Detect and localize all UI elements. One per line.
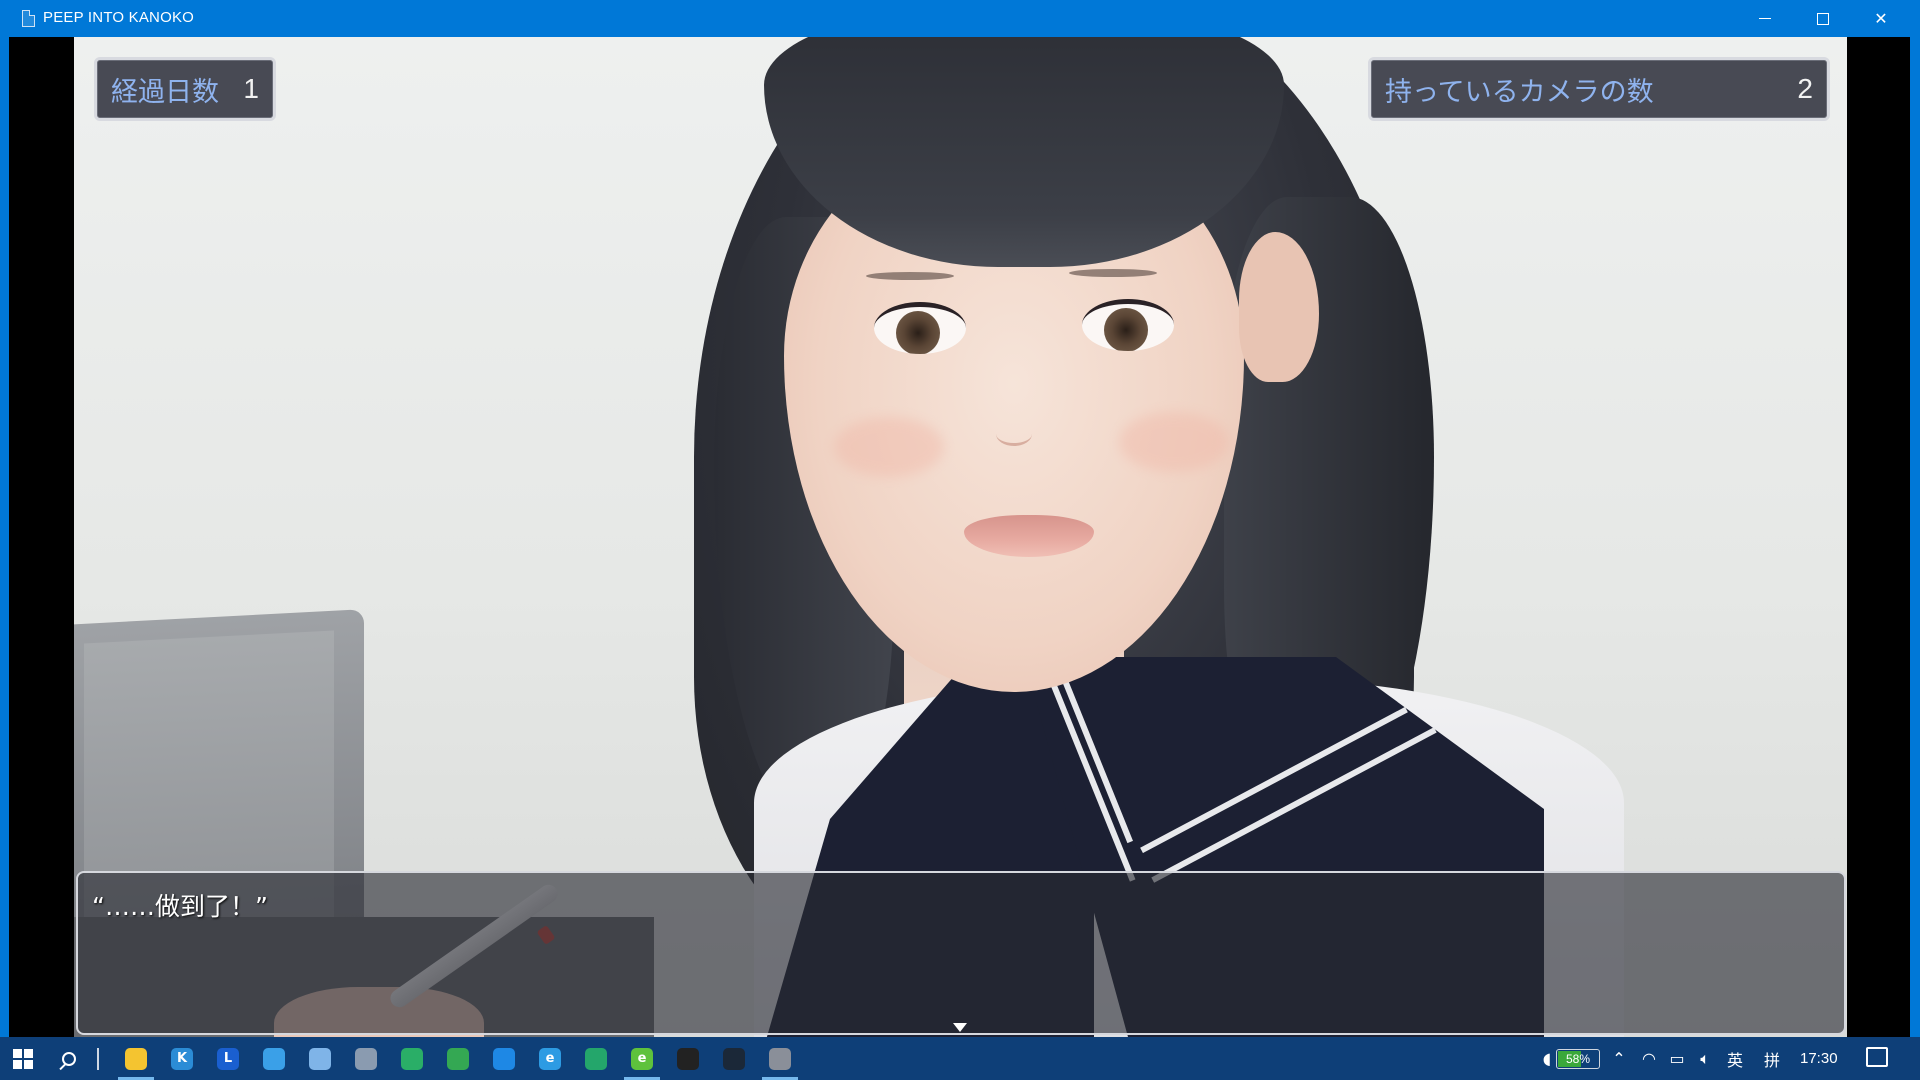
- taskbar-app-button[interactable]: [573, 1037, 619, 1080]
- qq-icon: [677, 1047, 699, 1070]
- dialogue-box[interactable]: “……做到了！”: [76, 871, 1846, 1035]
- file-explorer-icon: [125, 1047, 147, 1070]
- spreadsheet-icon: [585, 1047, 607, 1070]
- maximize-icon: [1817, 12, 1829, 25]
- dialogue-text: “……做到了！”: [92, 892, 268, 921]
- game-window: PEEP INTO KANOKO ✕ 経過日数 1 持っているカメラの数 2 “…: [0, 0, 1920, 1037]
- nose-shape: [996, 422, 1032, 446]
- elapsed-days-panel: 経過日数 1: [94, 57, 276, 121]
- blush-left: [834, 417, 944, 477]
- browser-icon: [263, 1047, 285, 1070]
- eye-right: [1082, 299, 1174, 351]
- taskbar-app-button[interactable]: [757, 1037, 803, 1080]
- taskbar-app-button[interactable]: K: [159, 1037, 205, 1080]
- taskbar-app-button[interactable]: e: [619, 1037, 665, 1080]
- taskbar-app-button[interactable]: L: [205, 1037, 251, 1080]
- close-icon: ✕: [1874, 9, 1888, 28]
- iris-right: [1104, 308, 1148, 351]
- search-button[interactable]: [46, 1037, 92, 1080]
- blush-right: [1119, 412, 1229, 472]
- windows-logo-icon: [13, 1048, 33, 1069]
- windows-taskbar: KLee ◖ 58% ⌃ ◠ ▭ 🔈︎ 英 拼 17:30: [0, 1037, 1920, 1080]
- window-title: PEEP INTO KANOKO: [43, 9, 195, 26]
- elapsed-days-label: 経過日数: [111, 76, 219, 108]
- taskbar-app-button[interactable]: [711, 1037, 757, 1080]
- eye-left: [874, 302, 966, 354]
- ime-mode[interactable]: 拼: [1757, 1037, 1787, 1080]
- taskbar-app-button[interactable]: [251, 1037, 297, 1080]
- taskbar-app-button[interactable]: [297, 1037, 343, 1080]
- battery-indicator[interactable]: 58%: [1556, 1049, 1600, 1069]
- minimize-button[interactable]: [1736, 0, 1794, 37]
- game-client-area[interactable]: 経過日数 1 持っているカメラの数 2 “……做到了！”: [9, 37, 1910, 1037]
- close-button[interactable]: ✕: [1852, 0, 1910, 37]
- taskbar-app-button[interactable]: [435, 1037, 481, 1080]
- search-icon: [62, 1051, 76, 1066]
- ime-language[interactable]: 英: [1720, 1037, 1750, 1080]
- camera-count-value: 2: [1797, 73, 1813, 104]
- minimize-icon: [1759, 18, 1771, 19]
- wechat-icon: [401, 1047, 423, 1070]
- taskbar-app-button[interactable]: [343, 1037, 389, 1080]
- next-page-arrow-icon[interactable]: [953, 1023, 967, 1032]
- green-browser-icon: e: [631, 1047, 653, 1070]
- action-center-icon[interactable]: [1866, 1047, 1888, 1067]
- cloud-icon: [309, 1047, 331, 1070]
- taskbar-app-button[interactable]: [389, 1037, 435, 1080]
- edge-legacy-icon: e: [539, 1047, 561, 1070]
- k-app-icon: K: [171, 1047, 193, 1070]
- media-app-icon: [493, 1047, 515, 1070]
- power-icon[interactable]: ▭: [1662, 1037, 1692, 1080]
- eyebrow-left: [866, 272, 954, 280]
- show-hidden-icons-chevron-icon[interactable]: ⌃: [1604, 1037, 1634, 1080]
- taskbar-app-button[interactable]: [481, 1037, 527, 1080]
- game-window-icon: [769, 1047, 791, 1070]
- title-bar[interactable]: PEEP INTO KANOKO ✕: [0, 0, 1920, 37]
- window-document-icon: [22, 10, 35, 27]
- taskbar-divider: [97, 1048, 99, 1070]
- volume-icon[interactable]: 🔈︎: [1690, 1037, 1720, 1080]
- taskbar-app-button[interactable]: [113, 1037, 159, 1080]
- start-button[interactable]: [0, 1037, 46, 1080]
- camera-count-label: 持っているカメラの数: [1385, 76, 1654, 108]
- eyebrow-right: [1069, 269, 1157, 277]
- elapsed-days-value: 1: [243, 73, 259, 104]
- camera-count-panel: 持っているカメラの数 2: [1368, 57, 1830, 121]
- green-app-icon: [447, 1047, 469, 1070]
- taskbar-clock[interactable]: 17:30: [1800, 1037, 1838, 1080]
- wifi-icon[interactable]: ◠: [1634, 1037, 1664, 1080]
- battery-percent: 58%: [1565, 1052, 1591, 1066]
- chat-app-icon: [355, 1047, 377, 1070]
- taskbar-app-button[interactable]: e: [527, 1037, 573, 1080]
- l-app-icon: L: [217, 1047, 239, 1070]
- taskbar-app-button[interactable]: [665, 1037, 711, 1080]
- iris-left: [896, 311, 940, 354]
- maximize-button[interactable]: [1794, 0, 1852, 37]
- steam-icon: [723, 1047, 745, 1070]
